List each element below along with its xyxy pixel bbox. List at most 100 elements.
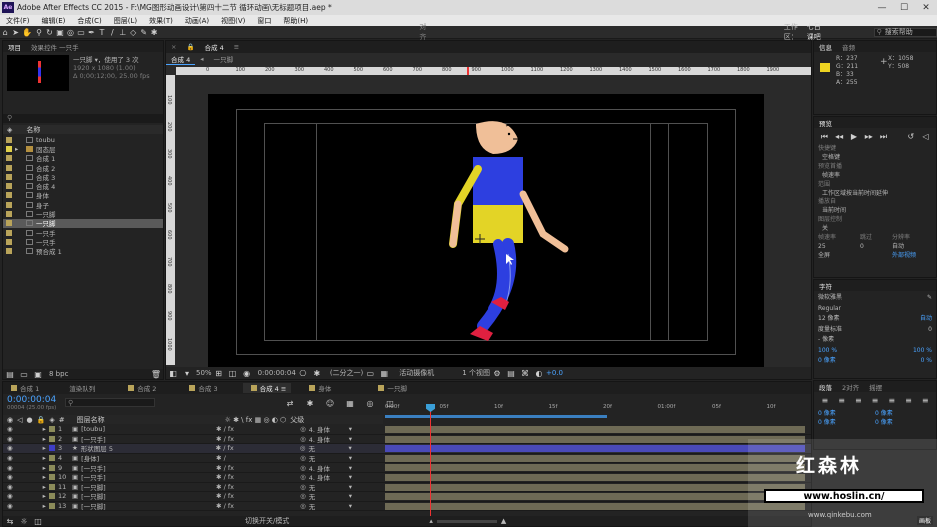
layer-switches[interactable]: ✱ / fx xyxy=(216,444,300,452)
expand-arrow-icon[interactable]: ▸ xyxy=(43,502,46,510)
eraser-tool-icon[interactable]: ◇ xyxy=(130,27,137,38)
layer-duration-bar[interactable] xyxy=(385,426,805,433)
list-item[interactable]: toubu xyxy=(3,135,163,144)
layer-duration-bar[interactable] xyxy=(385,502,805,510)
zoom-slider[interactable] xyxy=(436,519,497,523)
justify-center-icon[interactable]: ≡ xyxy=(886,395,897,406)
parent-pick-whip-icon[interactable]: ◎ xyxy=(300,435,306,443)
tab-body[interactable]: 身体 xyxy=(301,383,336,393)
layer-color-label[interactable] xyxy=(48,483,55,490)
zoom-dropdown-icon[interactable]: ▾ xyxy=(182,368,193,379)
fast-preview-icon[interactable]: ⚙ xyxy=(491,368,502,379)
fullscreen-checkbox[interactable]: 全屏 xyxy=(818,252,860,261)
layer-switches[interactable]: ✱ / fx xyxy=(216,425,300,433)
camera-tool-icon[interactable]: ▣ xyxy=(56,27,64,38)
parent-pick-whip-icon[interactable]: ◎ xyxy=(300,444,306,452)
next-frame-icon[interactable]: ▸▸ xyxy=(864,131,874,142)
eye-icon[interactable]: ◉ xyxy=(7,454,13,462)
eye-icon[interactable]: ◉ xyxy=(7,483,13,491)
menu-window[interactable]: 窗口 xyxy=(251,16,277,26)
layer-duration-bar[interactable] xyxy=(385,454,805,462)
list-item[interactable]: 合成 2 xyxy=(3,163,163,173)
work-area-bar[interactable] xyxy=(385,415,607,418)
camera-view-select[interactable]: 活动摄像机 xyxy=(399,368,434,378)
list-item[interactable]: 合成 1 xyxy=(3,154,163,163)
justify-right-icon[interactable]: ≡ xyxy=(903,395,914,406)
grid-icon[interactable]: ⊞ xyxy=(213,368,224,379)
eye-icon[interactable]: ◉ xyxy=(7,492,13,500)
menu-effect[interactable]: 效果(T) xyxy=(143,16,179,26)
indent-right-field[interactable]: 0 像素 xyxy=(875,409,932,418)
last-frame-icon[interactable]: ⏭ xyxy=(879,131,889,142)
justify-left-icon[interactable]: ≡ xyxy=(870,395,881,406)
list-item[interactable]: 一只手 xyxy=(3,228,163,238)
expand-arrow-icon[interactable]: ▸ xyxy=(43,492,46,500)
layer-name[interactable]: [一只手] xyxy=(81,463,216,473)
font-family-select[interactable]: 微软雅黑 xyxy=(818,293,842,304)
font-size-field[interactable]: 12 像素 xyxy=(818,314,840,325)
layer-color-label[interactable] xyxy=(48,426,55,433)
maximize-button[interactable]: ☐ xyxy=(893,0,915,15)
new-folder-icon[interactable]: ▭ xyxy=(19,369,30,380)
menu-composition[interactable]: 合成(C) xyxy=(71,16,107,26)
menu-file[interactable]: 文件(F) xyxy=(0,16,36,26)
eye-icon[interactable]: ◉ xyxy=(7,473,13,481)
comp-mini-flowchart-icon[interactable]: ⇄ xyxy=(285,398,296,409)
layer-name[interactable]: [一只脚] xyxy=(81,482,216,492)
timeline-icon[interactable]: ▤ xyxy=(505,368,516,379)
tracking-field[interactable]: 0 xyxy=(928,325,932,336)
parent-select[interactable]: 4. 身体 xyxy=(309,472,349,482)
expand-modes-icon[interactable]: ◫ xyxy=(33,516,44,527)
parent-pick-whip-icon[interactable]: ◎ xyxy=(300,425,306,433)
eye-icon[interactable]: ◉ xyxy=(7,464,13,472)
layer-color-label[interactable] xyxy=(48,493,55,500)
interpret-footage-icon[interactable]: ▤ xyxy=(5,369,16,380)
parent-select[interactable]: 无 xyxy=(309,482,349,492)
tsume-field[interactable]: 0 % xyxy=(921,356,932,367)
frame-rate-select[interactable]: 25 xyxy=(818,243,860,252)
chevron-down-icon[interactable]: ▾ xyxy=(349,464,352,472)
list-item-selected[interactable]: 一只脚 xyxy=(3,218,163,228)
eye-icon[interactable]: ◉ xyxy=(7,444,13,452)
layer-duration-bar[interactable] xyxy=(385,483,805,491)
pan-behind-tool-icon[interactable]: ◎ xyxy=(67,27,74,38)
tab-wiggler[interactable]: 摇摆 xyxy=(864,382,887,392)
composition-canvas[interactable] xyxy=(208,94,764,368)
eye-icon[interactable]: ◉ xyxy=(7,425,13,433)
layer-name[interactable]: [身体] xyxy=(81,453,216,463)
chevron-down-icon[interactable]: ▾ xyxy=(348,444,351,452)
toggle-switches-modes[interactable]: 切换开关/模式 xyxy=(245,516,289,526)
lock-icon[interactable]: 🔒 xyxy=(181,43,199,51)
color-channel-icon[interactable]: ✱ xyxy=(311,368,322,379)
layer-color-label[interactable] xyxy=(48,435,55,442)
parent-pick-whip-icon[interactable]: ◎ xyxy=(300,473,306,481)
shortcut-select[interactable]: 空格键 xyxy=(818,154,932,163)
menu-edit[interactable]: 编辑(E) xyxy=(36,16,72,26)
layer-name[interactable]: [一只脚] xyxy=(81,501,216,511)
layer-name[interactable]: [toubu] xyxy=(81,425,216,433)
parent-select[interactable]: 4. 身体 xyxy=(309,434,349,444)
tab-comp3[interactable]: 合成 3 xyxy=(181,383,222,393)
layer-color-label[interactable] xyxy=(48,455,55,462)
search-help-field[interactable]: ⚲ 搜索帮助 xyxy=(873,27,937,37)
resolution-select[interactable]: 自动 xyxy=(892,243,904,252)
layer-switches[interactable]: ✱ / fx xyxy=(216,464,300,472)
time-ruler[interactable]: 0:00f 05f 10f 15f 20f 01:00f 05f 10f xyxy=(385,404,811,414)
list-item[interactable]: 身体 xyxy=(3,191,163,200)
layer-switches[interactable]: ✱ / fx xyxy=(216,473,300,481)
puppet-tool-icon[interactable]: ✱ xyxy=(150,27,158,38)
mask-visibility-icon[interactable]: ◫ xyxy=(227,368,238,379)
pen-tool-icon[interactable]: ✒ xyxy=(88,27,95,38)
layer-switches[interactable]: ✱ / fx xyxy=(216,492,300,500)
draft-3d-icon[interactable]: ✱ xyxy=(305,398,316,409)
roto-brush-tool-icon[interactable]: ✎ xyxy=(140,27,147,38)
layer-switches[interactable]: ✱ / xyxy=(216,454,300,462)
rotate-tool-icon[interactable]: ↻ xyxy=(46,27,53,38)
comp-flowchart-icon[interactable]: ⇆ xyxy=(5,516,16,527)
loop-icon[interactable]: ↺ xyxy=(906,131,916,142)
play-icon[interactable]: ▶ xyxy=(849,131,859,142)
baseline-shift-field[interactable]: 0 像素 xyxy=(818,356,836,367)
eyedropper-icon[interactable]: ✎ xyxy=(927,293,932,304)
list-item[interactable]: ▸ 固态层 xyxy=(3,144,163,154)
selection-tool-icon[interactable]: ➤ xyxy=(12,27,19,38)
